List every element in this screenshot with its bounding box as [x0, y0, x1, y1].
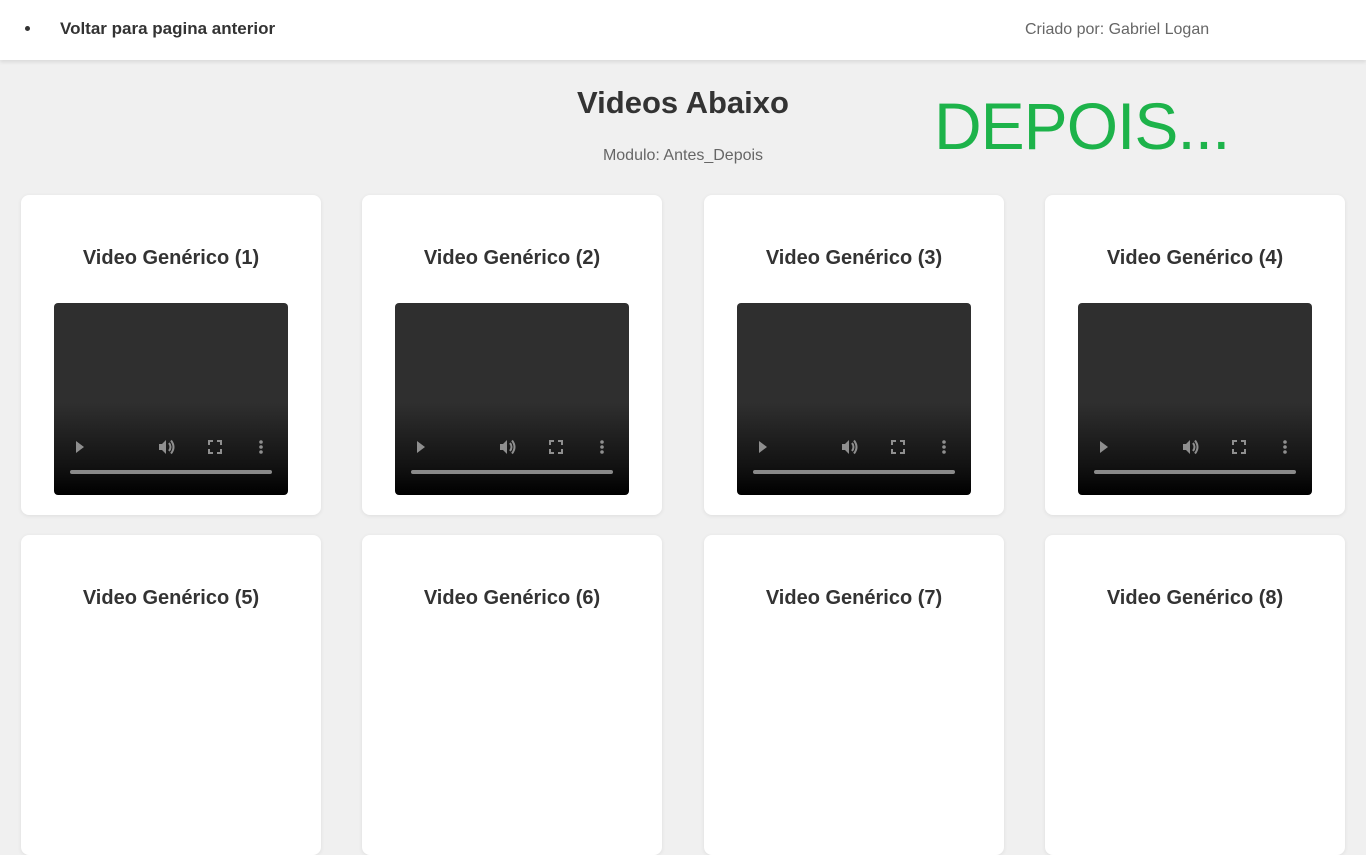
- fullscreen-icon[interactable]: [207, 439, 223, 455]
- video-player[interactable]: [54, 303, 288, 495]
- progress-bar[interactable]: [411, 470, 613, 474]
- video-card: Video Genérico (3): [704, 195, 1004, 515]
- video-player[interactable]: [737, 303, 971, 495]
- volume-icon[interactable]: [499, 439, 519, 455]
- video-title: Video Genérico (2): [423, 247, 601, 269]
- nav-item-back: Voltar para pagina anterior: [42, 19, 275, 39]
- video-card: Video Genérico (6): [362, 535, 662, 855]
- fullscreen-icon[interactable]: [890, 439, 906, 455]
- play-icon[interactable]: [415, 439, 427, 455]
- video-card: Video Genérico (7): [704, 535, 1004, 855]
- video-title: Video Genérico (5): [82, 587, 260, 609]
- more-options-icon[interactable]: [599, 439, 605, 455]
- video-card: Video Genérico (5): [21, 535, 321, 855]
- creator-credit: Criado por: Gabriel Logan: [1025, 21, 1210, 38]
- video-card: Video Genérico (2): [362, 195, 662, 515]
- more-options-icon[interactable]: [941, 439, 947, 455]
- play-icon[interactable]: [757, 439, 769, 455]
- video-title: Video Genérico (1): [82, 247, 260, 269]
- video-card: Video Genérico (4): [1045, 195, 1345, 515]
- video-title: Video Genérico (6): [423, 587, 601, 609]
- video-player[interactable]: [395, 303, 629, 495]
- progress-bar[interactable]: [1094, 470, 1296, 474]
- video-title: Video Genérico (8): [1106, 587, 1284, 609]
- volume-icon[interactable]: [158, 439, 178, 455]
- volume-icon[interactable]: [841, 439, 861, 455]
- back-link[interactable]: Voltar para pagina anterior: [60, 19, 275, 38]
- volume-icon[interactable]: [1182, 439, 1202, 455]
- video-title: Video Genérico (4): [1106, 247, 1284, 269]
- play-icon[interactable]: [1098, 439, 1110, 455]
- progress-bar[interactable]: [753, 470, 955, 474]
- depois-overlay-text: DEPOIS...: [934, 89, 1230, 163]
- video-title: Video Genérico (3): [765, 247, 943, 269]
- nav-list: Voltar para pagina anterior: [42, 19, 275, 39]
- top-bar: Voltar para pagina anterior Criado por: …: [0, 0, 1366, 60]
- progress-bar[interactable]: [70, 470, 272, 474]
- more-options-icon[interactable]: [1282, 439, 1288, 455]
- fullscreen-icon[interactable]: [1231, 439, 1247, 455]
- more-options-icon[interactable]: [258, 439, 264, 455]
- video-title: Video Genérico (7): [765, 587, 943, 609]
- video-card: Video Genérico (1): [21, 195, 321, 515]
- video-card: Video Genérico (8): [1045, 535, 1345, 855]
- fullscreen-icon[interactable]: [548, 439, 564, 455]
- play-icon[interactable]: [74, 439, 86, 455]
- video-player[interactable]: [1078, 303, 1312, 495]
